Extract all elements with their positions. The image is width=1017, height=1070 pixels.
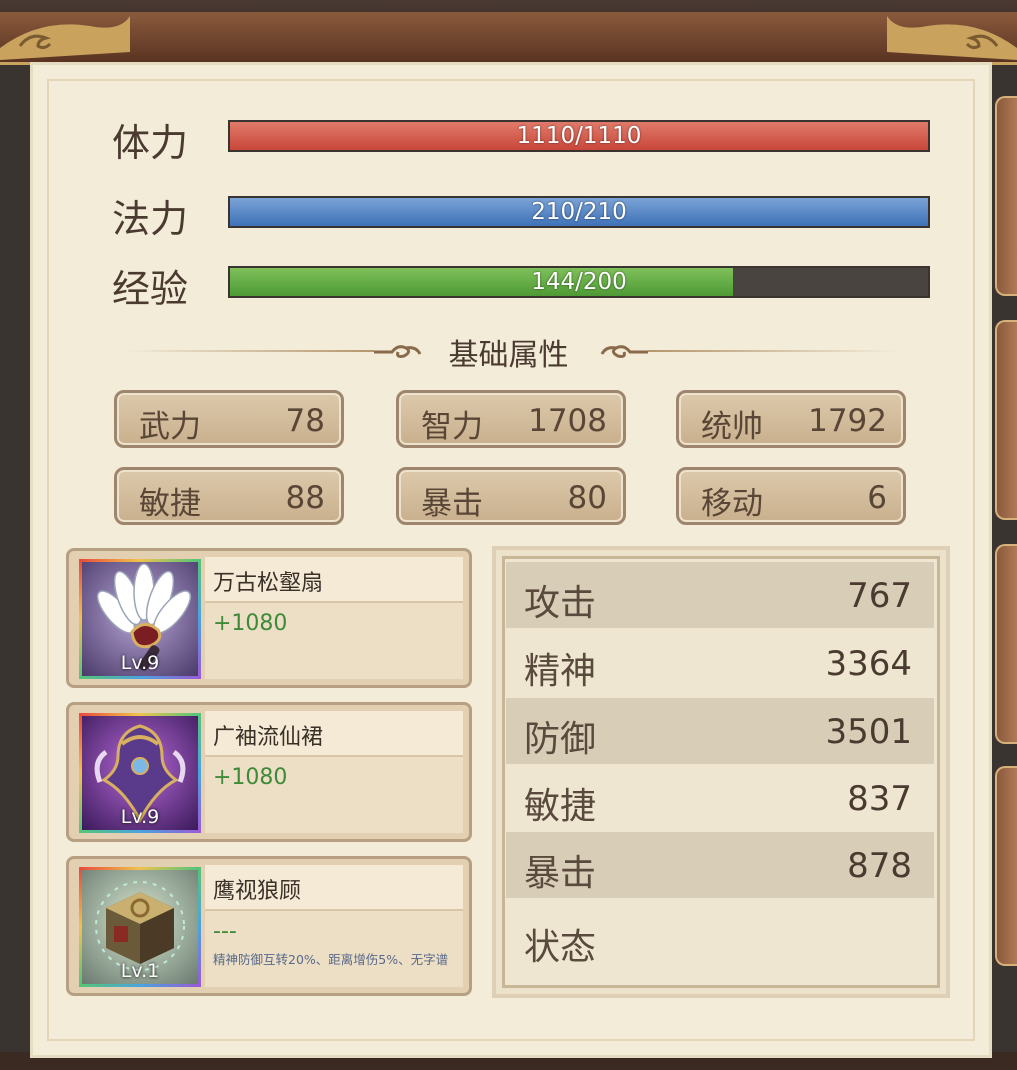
equipment-info: --- 精神防御互转20%、距离增伤5%、无字谱 <box>205 911 463 987</box>
hp-bar: 1110/1110 <box>228 120 930 152</box>
equipment-slot-weapon[interactable]: Lv.9 万古松壑扇 +1080 <box>66 548 472 688</box>
equipment-name-box: 万古松壑扇 <box>205 557 463 603</box>
combat-stat-value: 878 <box>847 846 912 886</box>
equipment-description: 精神防御互转20%、距离增伤5%、无字谱 <box>213 952 449 967</box>
equipment-name-box: 鹰视狼顾 <box>205 865 463 911</box>
combat-stat-label: 敏捷 <box>524 786 597 827</box>
attribute-label: 智力 <box>421 409 483 445</box>
equipment-slot-armor[interactable]: Lv.9 广袖流仙裙 +1080 <box>66 702 472 842</box>
top-frame <box>0 12 1017 65</box>
attribute-label: 武力 <box>139 409 201 445</box>
attribute-label: 暴击 <box>421 486 483 522</box>
equipment-info: +1080 <box>205 757 463 833</box>
equipment-level: Lv.1 <box>120 960 160 982</box>
scroll-ornament-right-icon <box>600 345 648 358</box>
combat-stat-value: 3501 <box>825 712 912 752</box>
attribute-label: 敏捷 <box>139 486 201 522</box>
equipment-bonus: --- <box>213 919 237 944</box>
combat-stat-row: 敏捷 837 <box>506 765 934 831</box>
equipment-level: Lv.9 <box>120 806 160 828</box>
combat-stat-row: 暴击 878 <box>506 832 934 898</box>
golden-cube-icon[interactable]: Lv.1 <box>79 867 201 987</box>
attribute-label: 统帅 <box>701 409 763 445</box>
side-tab-strip <box>995 0 1017 1070</box>
exp-value: 144/200 <box>531 269 627 295</box>
attribute-agility: 敏捷 88 <box>114 467 344 525</box>
combat-stat-label: 攻击 <box>524 583 597 624</box>
side-tab-3[interactable] <box>995 544 1017 744</box>
equipment-name: 广袖流仙裙 <box>213 725 324 750</box>
combat-stat-value: 3364 <box>825 644 912 684</box>
section-title: 基础属性 <box>448 338 569 373</box>
attribute-command: 统帅 1792 <box>676 390 906 448</box>
combat-stat-label: 状态 <box>524 927 597 968</box>
equipment-info: +1080 <box>205 603 463 679</box>
combat-stat-value: 767 <box>847 576 912 616</box>
equipment-name: 鹰视狼顾 <box>213 879 302 904</box>
attribute-label: 移动 <box>701 486 763 522</box>
attribute-intelligence: 智力 1708 <box>396 390 626 448</box>
attribute-movement: 移动 6 <box>676 467 906 525</box>
side-tab-4[interactable] <box>995 766 1017 966</box>
feather-fan-icon[interactable]: Lv.9 <box>79 559 201 679</box>
combat-stat-row: 精神 3364 <box>506 630 934 696</box>
combat-stat-row: 防御 3501 <box>506 698 934 764</box>
combat-stat-label: 防御 <box>524 719 597 760</box>
attribute-value: 80 <box>567 480 607 516</box>
hp-value: 1110/1110 <box>516 123 642 149</box>
equipment-bonus: +1080 <box>213 765 288 790</box>
equipment-slot-accessory[interactable]: Lv.1 鹰视狼顾 --- 精神防御互转20%、距离增伤5%、无字谱 <box>66 856 472 996</box>
attribute-value: 78 <box>285 403 325 439</box>
left-ornament-icon <box>0 16 130 60</box>
combat-stat-value: 837 <box>847 779 912 819</box>
robe-icon[interactable]: Lv.9 <box>79 713 201 833</box>
combat-stat-row-status[interactable]: 状态 <box>506 906 934 972</box>
equipment-level: Lv.9 <box>120 652 160 674</box>
equipment-name-box: 广袖流仙裙 <box>205 711 463 757</box>
attribute-value: 1792 <box>808 403 887 439</box>
attribute-critical: 暴击 80 <box>396 467 626 525</box>
divider-right <box>648 350 898 352</box>
exp-bar: 144/200 <box>228 266 930 298</box>
combat-stat-row: 攻击 767 <box>506 562 934 628</box>
combat-stat-label: 暴击 <box>524 853 597 894</box>
equipment-bonus: +1080 <box>213 611 288 636</box>
mp-bar: 210/210 <box>228 196 930 228</box>
equipment-name: 万古松壑扇 <box>213 571 324 596</box>
side-tab-1[interactable] <box>995 96 1017 296</box>
attribute-value: 6 <box>867 480 887 516</box>
mp-value: 210/210 <box>531 199 627 225</box>
attribute-value: 88 <box>285 480 325 516</box>
attribute-value: 1708 <box>528 403 607 439</box>
exp-label: 经验 <box>112 267 189 311</box>
attribute-strength: 武力 78 <box>114 390 344 448</box>
combat-stat-label: 精神 <box>524 651 597 692</box>
mp-label: 法力 <box>112 197 189 241</box>
hp-label: 体力 <box>112 121 189 165</box>
